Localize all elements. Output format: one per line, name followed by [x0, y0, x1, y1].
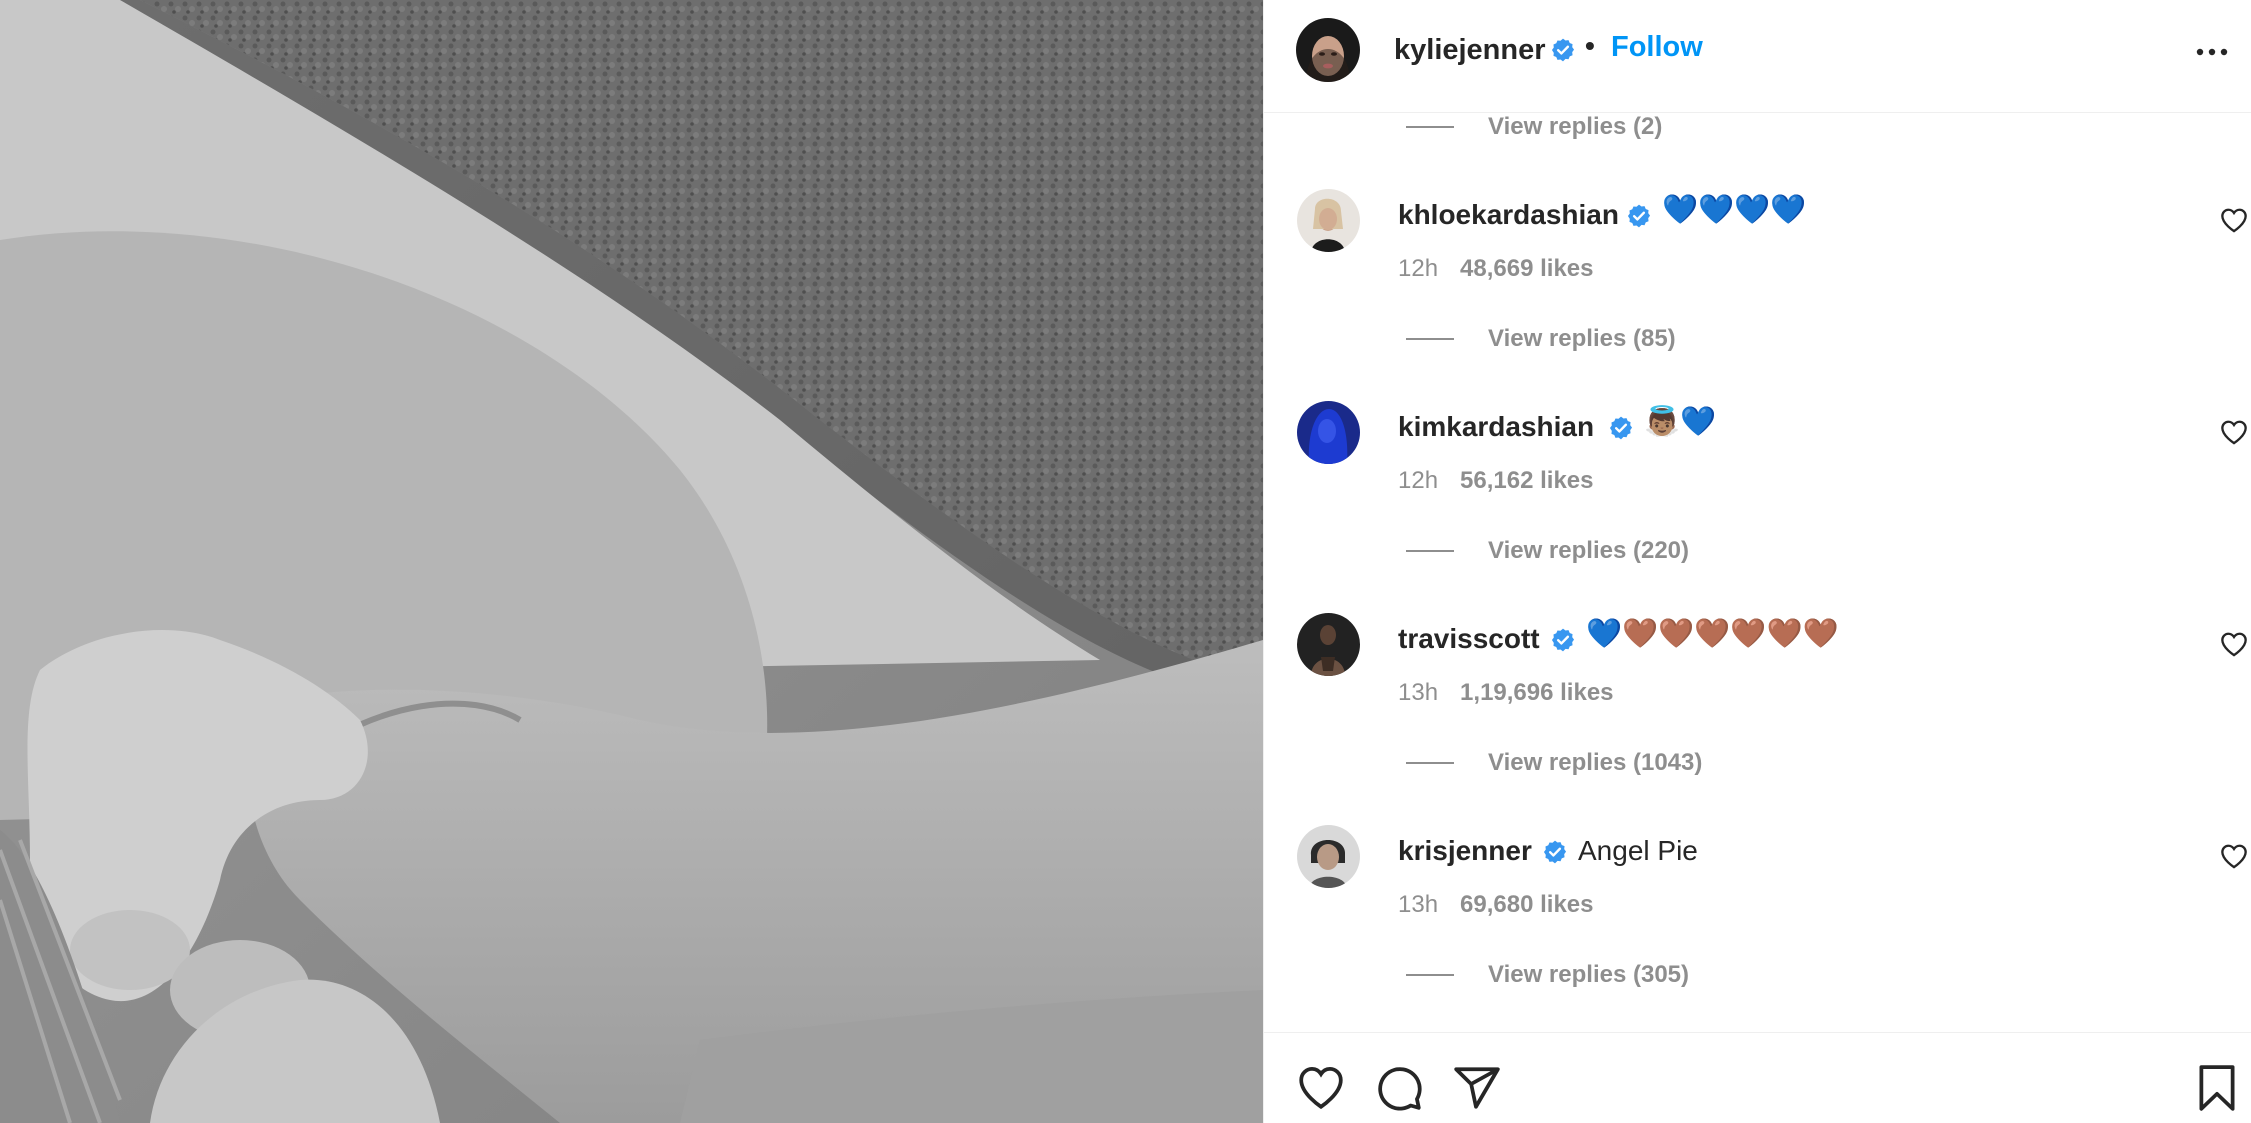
- author-avatar[interactable]: [1296, 18, 1360, 82]
- commenter-avatar[interactable]: [1297, 401, 1360, 464]
- bookmark-icon[interactable]: [2192, 1063, 2242, 1113]
- view-replies-button[interactable]: View replies (85): [1406, 322, 1676, 356]
- comment-meta: 12h 56,162 likes: [1398, 467, 1594, 495]
- comment-meta: 13h 1,19,696 likes: [1398, 679, 1614, 707]
- comment-username[interactable]: krisjenner: [1398, 835, 1532, 867]
- view-replies-label: View replies (2): [1488, 113, 1663, 140]
- verified-badge-icon: [1626, 203, 1652, 229]
- heart-icon[interactable]: [2220, 207, 2248, 233]
- comment-username[interactable]: kimkardashian: [1398, 411, 1594, 443]
- heart-icon[interactable]: [1296, 1063, 1346, 1113]
- comment-text: Angel Pie: [1578, 835, 1698, 866]
- replies-divider: [1406, 550, 1454, 552]
- comment-time: 13h: [1398, 891, 1439, 918]
- comment-time: 12h: [1398, 467, 1439, 494]
- view-replies-button[interactable]: View replies (2): [1406, 110, 1662, 144]
- comment-item: khloekardashian 💙💙💙💙 12h 48,669 likes: [1264, 189, 2251, 329]
- comment-meta: 13h 69,680 likes: [1398, 891, 1594, 919]
- comments-panel: kyliejenner • Follow View replies (2) kh…: [1263, 0, 2251, 1123]
- more-options-icon[interactable]: [2192, 38, 2232, 66]
- comment-item: krisjenner Angel Pie 13h 69,680 likes: [1264, 825, 2251, 965]
- replies-divider: [1406, 126, 1454, 128]
- view-replies-button[interactable]: View replies (220): [1406, 534, 1689, 568]
- verified-badge-icon: [1608, 415, 1634, 441]
- follow-button[interactable]: Follow: [1611, 31, 1703, 64]
- comment-icon[interactable]: [1374, 1063, 1424, 1113]
- comment-time: 13h: [1398, 679, 1439, 706]
- comment-meta: 12h 48,669 likes: [1398, 255, 1594, 283]
- author-username[interactable]: kyliejenner: [1394, 34, 1546, 67]
- comment-likes[interactable]: 48,669 likes: [1460, 255, 1593, 282]
- commenter-avatar[interactable]: [1297, 613, 1360, 676]
- comment-item: kimkardashian 👼🏽💙 12h 56,162 likes: [1264, 401, 2251, 541]
- header-separator: •: [1585, 30, 1595, 61]
- heart-icon[interactable]: [2220, 631, 2248, 657]
- verified-badge-icon: [1550, 37, 1576, 63]
- comment-text: 💙🤎🤎🤎🤎🤎🤎: [1586, 618, 1839, 650]
- comment-time: 12h: [1398, 255, 1439, 282]
- photo-image: [0, 0, 1263, 1123]
- view-replies-label: View replies (305): [1488, 961, 1689, 988]
- verified-badge-icon: [1550, 627, 1576, 653]
- comment-likes[interactable]: 1,19,696 likes: [1460, 679, 1613, 706]
- view-replies-label: View replies (1043): [1488, 749, 1703, 776]
- commenter-avatar[interactable]: [1297, 825, 1360, 888]
- view-replies-label: View replies (220): [1488, 537, 1689, 564]
- view-replies-button[interactable]: View replies (1043): [1406, 746, 1702, 780]
- comment-likes[interactable]: 56,162 likes: [1460, 467, 1593, 494]
- comment-username[interactable]: travisscott: [1398, 623, 1540, 655]
- heart-icon[interactable]: [2220, 419, 2248, 445]
- post-header: kyliejenner • Follow: [1264, 0, 2251, 113]
- comment-username[interactable]: khloekardashian: [1398, 199, 1619, 231]
- view-replies-label: View replies (85): [1488, 325, 1676, 352]
- view-replies-button[interactable]: View replies (305): [1406, 958, 1689, 992]
- heart-icon[interactable]: [2220, 843, 2248, 869]
- verified-badge-icon: [1542, 839, 1568, 865]
- commenter-avatar[interactable]: [1297, 189, 1360, 252]
- post-photo: [0, 0, 1263, 1123]
- post-action-bar: [1264, 1032, 2251, 1123]
- comment-text: 👼🏽💙: [1644, 406, 1717, 438]
- replies-divider: [1406, 762, 1454, 764]
- comment-text: 💙💙💙💙: [1662, 194, 1807, 226]
- replies-divider: [1406, 974, 1454, 976]
- share-icon[interactable]: [1452, 1063, 1502, 1113]
- comment-likes[interactable]: 69,680 likes: [1460, 891, 1593, 918]
- replies-divider: [1406, 338, 1454, 340]
- comment-item: travisscott 💙🤎🤎🤎🤎🤎🤎 13h 1,19,696 likes: [1264, 613, 2251, 753]
